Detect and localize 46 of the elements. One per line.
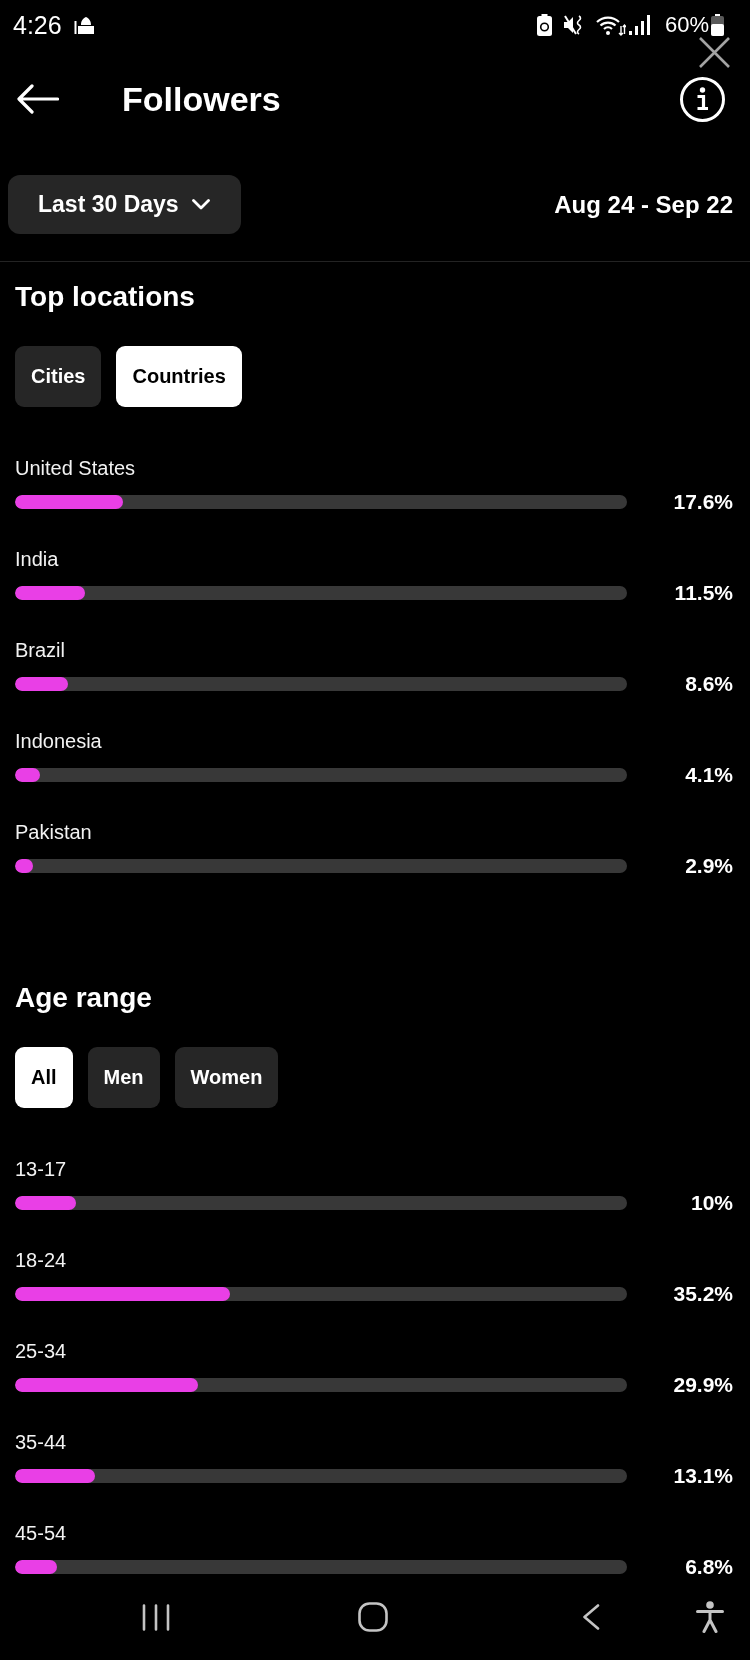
bar-label: India bbox=[15, 547, 60, 572]
signal-icon bbox=[628, 15, 650, 35]
percent-value: 29.9% bbox=[672, 1372, 733, 1398]
percent-value: 2.9% bbox=[684, 853, 733, 879]
percent-value: 4.1% bbox=[684, 762, 733, 788]
percent-value: 11.5% bbox=[673, 580, 733, 606]
dome-building-icon bbox=[73, 16, 96, 34]
date-range-dropdown[interactable]: Last 30 Days bbox=[8, 175, 241, 234]
bar-label: 45-54 bbox=[15, 1521, 68, 1546]
bar-label: 18-24 bbox=[15, 1248, 68, 1273]
bar-label: Indonesia bbox=[15, 729, 103, 754]
section-title: Top locations bbox=[15, 281, 196, 313]
close-icon[interactable] bbox=[699, 37, 730, 68]
percent-value: 10% bbox=[689, 1190, 733, 1216]
percent-value: 17.6% bbox=[672, 489, 733, 515]
battery-saver-icon bbox=[536, 14, 552, 36]
recent-apps-icon[interactable] bbox=[142, 1603, 170, 1631]
percent-value: 35.2% bbox=[672, 1281, 733, 1307]
filter-tab[interactable]: Women bbox=[174, 1047, 279, 1108]
back-arrow-icon[interactable] bbox=[17, 84, 59, 114]
percent-value: 13.1% bbox=[672, 1463, 733, 1489]
caret-icon bbox=[191, 199, 210, 210]
back-icon[interactable] bbox=[582, 1604, 600, 1630]
filter-tab[interactable]: Countries bbox=[116, 346, 242, 407]
wifi-icon bbox=[595, 14, 626, 36]
accessibility-icon[interactable] bbox=[696, 1601, 724, 1633]
battery-icon bbox=[711, 14, 724, 36]
bar-label: Pakistan bbox=[15, 820, 93, 845]
status-time: 4:26 bbox=[13, 12, 62, 38]
bar-label: United States bbox=[15, 456, 137, 481]
filter-tab[interactable]: All bbox=[15, 1047, 73, 1108]
info-icon[interactable] bbox=[680, 76, 725, 122]
bar-label: 25-34 bbox=[15, 1339, 68, 1364]
bar-label: Brazil bbox=[15, 638, 66, 663]
date-range-text: Aug 24 - Sep 22 bbox=[554, 190, 733, 219]
percent-value: 8.6% bbox=[684, 671, 733, 697]
percent-value: 6.8% bbox=[684, 1554, 733, 1580]
bar-label: 13-17 bbox=[15, 1157, 68, 1182]
mute-icon bbox=[563, 15, 584, 35]
filter-tab[interactable]: Cities bbox=[15, 346, 102, 407]
filter-tab[interactable]: Men bbox=[87, 1047, 160, 1108]
bar-label: 35-44 bbox=[15, 1430, 68, 1455]
page-title: Followers bbox=[122, 79, 281, 119]
home-icon[interactable] bbox=[358, 1602, 388, 1632]
section-title: Age range bbox=[15, 982, 153, 1014]
battery-percent: 60% bbox=[664, 14, 709, 36]
